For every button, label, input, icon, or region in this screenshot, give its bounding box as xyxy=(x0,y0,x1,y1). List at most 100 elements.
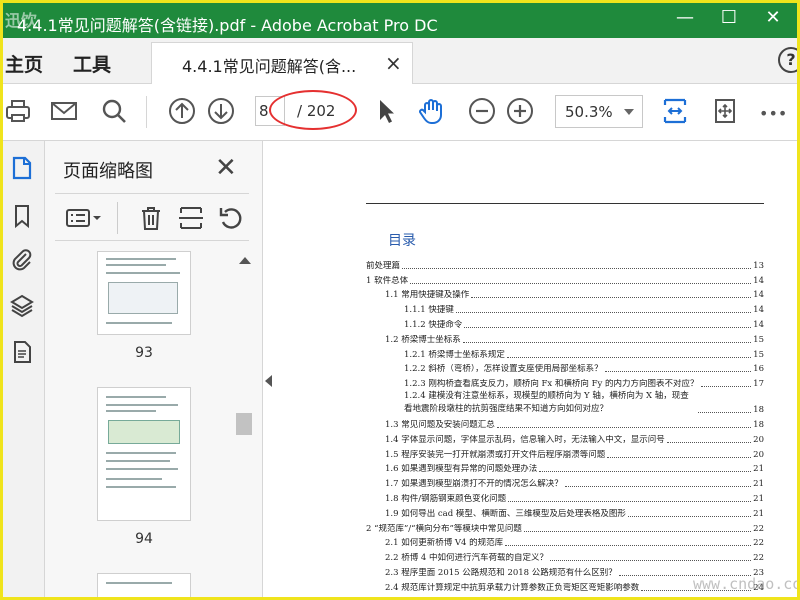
toc-entry-page: 21 xyxy=(753,508,764,519)
more-tools-button[interactable]: ••• xyxy=(759,104,793,134)
thumbnail-panel: 页面缩略图 ✕ 93 94 xyxy=(45,141,263,597)
hand-tool-icon[interactable] xyxy=(417,96,447,126)
collapse-panel-icon[interactable] xyxy=(265,375,272,387)
zoom-select[interactable]: 50.3% xyxy=(555,95,643,128)
site-watermark: www.cndao.com xyxy=(693,575,800,593)
zoom-in-icon[interactable] xyxy=(505,96,535,126)
close-tab-button[interactable]: × xyxy=(385,51,402,75)
toc-entry[interactable]: 1.9 如何导出 cad 模型、横断面、三维模型及后处理表格及图形 21 xyxy=(366,505,764,520)
toc-entry-text: 1.2.2 斜桥（弯桥），怎样设置支座使用局部坐标系？ xyxy=(404,364,603,375)
toc-entry[interactable]: 1.4 字体显示问题，字体显示乱码，信息输入时，无法输入中文，显示问号 20 xyxy=(366,431,764,446)
document-view[interactable]: 目录 前处理篇 13 1 软件总体 14 1.1 常用快捷键及操作 14 1.1.1 快捷键… xyxy=(276,141,797,597)
next-page-icon[interactable] xyxy=(206,96,236,126)
thumbnail-page-94[interactable] xyxy=(97,387,191,521)
toc-entry[interactable]: 1.5 程序安装完一打开就崩溃或打开文件后程序崩溃等问题 20 xyxy=(366,446,764,461)
toc-dot-leader xyxy=(508,500,752,502)
toc-entry[interactable]: 1 软件总体 14 xyxy=(366,272,764,287)
toc-entry[interactable]: 1.1 常用快捷键及操作 14 xyxy=(366,287,764,302)
title-bar: 迅饮 4.4.1常见问题解答(含链接).pdf - Adobe Acrobat … xyxy=(3,3,797,38)
thumbnail-page-93[interactable] xyxy=(97,251,191,335)
thumbnail-toolbar xyxy=(55,193,249,241)
toc-entry-page: 14 xyxy=(753,275,764,286)
toc-entry[interactable]: 1.8 构件/钢筋钢束颜色变化问题 21 xyxy=(366,490,764,505)
insert-pages-icon[interactable] xyxy=(177,204,205,232)
toc-entry-page: 16 xyxy=(753,364,764,375)
toc-entry-text: 1.1 常用快捷键及操作 xyxy=(385,290,470,301)
toc-entry[interactable]: 1.2.2 斜桥（弯桥），怎样设置支座使用局部坐标系？ 16 xyxy=(366,361,764,376)
toc-entry[interactable]: 2.2 桥博 4 中如何进行汽车荷载的自定义？ 22 xyxy=(366,549,764,564)
bookmark-icon[interactable] xyxy=(9,203,35,229)
toc-entry-page: 15 xyxy=(753,334,764,345)
thumbnail-page-95[interactable] xyxy=(97,573,191,597)
header-rule xyxy=(366,203,764,204)
full-screen-icon[interactable] xyxy=(710,96,740,126)
attachment-icon[interactable] xyxy=(9,247,35,273)
table-of-contents: 前处理篇 13 1 软件总体 14 1.1 常用快捷键及操作 14 1.1.1 快捷键 14 1… xyxy=(366,257,764,594)
print-icon[interactable] xyxy=(3,96,33,126)
toc-entry[interactable]: 1.7 如果遇到模型崩溃打不开的情况怎么解决？ 21 xyxy=(366,475,764,490)
toc-dot-leader xyxy=(564,486,752,488)
toc-entry-text: 1.2.3 刚构桥査看底支反力，顺桥向 Fx 和横桥向 Fy 的内力方向图表不对… xyxy=(404,379,699,390)
toc-dot-leader xyxy=(539,471,752,473)
select-cursor-icon[interactable] xyxy=(371,96,401,126)
toc-entry-text: 1.7 如果遇到模型崩溃打不开的情况怎么解决？ xyxy=(385,479,563,490)
toc-entry-page: 21 xyxy=(753,464,764,475)
scrollbar-thumb[interactable] xyxy=(236,413,252,435)
zoom-out-icon[interactable] xyxy=(467,96,497,126)
thumbnail-scrollbar[interactable] xyxy=(235,251,253,597)
close-panel-button[interactable]: ✕ xyxy=(215,153,237,183)
toc-entry[interactable]: 1.1.1 快捷键 14 xyxy=(366,301,764,316)
thumbnail-text-line xyxy=(106,264,166,266)
thumbnail-text-line xyxy=(106,404,178,406)
toc-dot-leader xyxy=(464,326,752,328)
toc-dot-leader xyxy=(455,312,752,314)
previous-page-icon[interactable] xyxy=(167,96,197,126)
toc-entry-text: 2.3 程序里面 2015 公路规范和 2018 公路规范有什么区别？ xyxy=(385,567,617,578)
toc-entry[interactable]: 1.3 常见问题及安装问题汇总 18 xyxy=(366,416,764,431)
toc-entry-text: 1.4 字体显示问题，字体显示乱码，信息输入时，无法输入中文，显示问号 xyxy=(385,434,665,445)
layers-icon[interactable] xyxy=(9,293,35,319)
toc-entry[interactable]: 1.1.2 快捷命令 14 xyxy=(366,316,764,331)
maximize-button[interactable]: ☐ xyxy=(707,7,751,33)
toc-entry-text: 2.2 桥博 4 中如何进行汽车荷载的自定义？ xyxy=(385,553,549,564)
tab-tools[interactable]: 工具 xyxy=(73,50,111,77)
thumbnail-label: 94 xyxy=(135,531,153,547)
mail-icon[interactable] xyxy=(49,96,79,126)
toc-entry[interactable]: 1.2.4 建模没有注意坐标系，现模型的顺桥向为 Y 轴，横桥向为 X 轴，现查… xyxy=(366,390,764,416)
toc-dot-leader xyxy=(506,356,752,358)
document-properties-icon[interactable] xyxy=(9,339,35,365)
page-thumbnails-icon[interactable] xyxy=(9,155,35,181)
toc-entry[interactable]: 1.2.3 刚构桥査看底支反力，顺桥向 Fx 和横桥向 Fy 的内力方向图表不对… xyxy=(366,375,764,390)
toc-entry[interactable]: 2.1 如何更新桥博 V4 的规范库 22 xyxy=(366,535,764,550)
toc-entry-text: 1.1.1 快捷键 xyxy=(404,305,454,316)
tab-home[interactable]: 主页 xyxy=(5,50,43,77)
thumbnail-text-line xyxy=(106,396,166,398)
thumbnail-text-line xyxy=(106,460,170,462)
thumbnail-options-icon[interactable] xyxy=(65,204,103,232)
rotate-icon[interactable] xyxy=(217,204,245,232)
thumbnail-text-line xyxy=(106,322,172,324)
toc-entry[interactable]: 前处理篇 13 xyxy=(366,257,764,272)
toc-entry-text: 1.2 桥梁博士坐标系 xyxy=(385,334,461,345)
scroll-up-icon[interactable] xyxy=(239,257,251,264)
toc-entry-page: 20 xyxy=(753,449,764,460)
help-button[interactable]: ? xyxy=(778,47,797,73)
toc-dot-leader xyxy=(523,530,752,532)
toc-entry[interactable]: 1.2.1 桥梁博士坐标系规定 15 xyxy=(366,346,764,361)
search-icon[interactable] xyxy=(99,96,129,126)
tab-document[interactable]: 4.4.1常见问题解答(含... × xyxy=(151,42,413,84)
toc-entry[interactable]: 2 “规范库”/“横向分布”等模块中常见问题 22 xyxy=(366,520,764,535)
toc-entry-page: 22 xyxy=(753,523,764,534)
close-window-button[interactable]: ✕ xyxy=(751,7,795,33)
thumbnail-label: 93 xyxy=(135,345,153,361)
thumbnail-text-line xyxy=(106,486,176,488)
thumbnail-text-line xyxy=(106,582,172,584)
minimize-button[interactable]: — xyxy=(663,7,707,33)
toc-entry[interactable]: 1.6 如果遇到模型有异常的问题处理办法 21 xyxy=(366,461,764,476)
toolbar-separator xyxy=(146,96,147,128)
toc-dot-leader xyxy=(462,341,752,343)
trash-icon[interactable] xyxy=(137,204,165,232)
fit-page-icon[interactable] xyxy=(660,96,690,126)
toc-entry[interactable]: 1.2 桥梁博士坐标系 15 xyxy=(366,331,764,346)
toc-dot-leader xyxy=(550,560,752,562)
